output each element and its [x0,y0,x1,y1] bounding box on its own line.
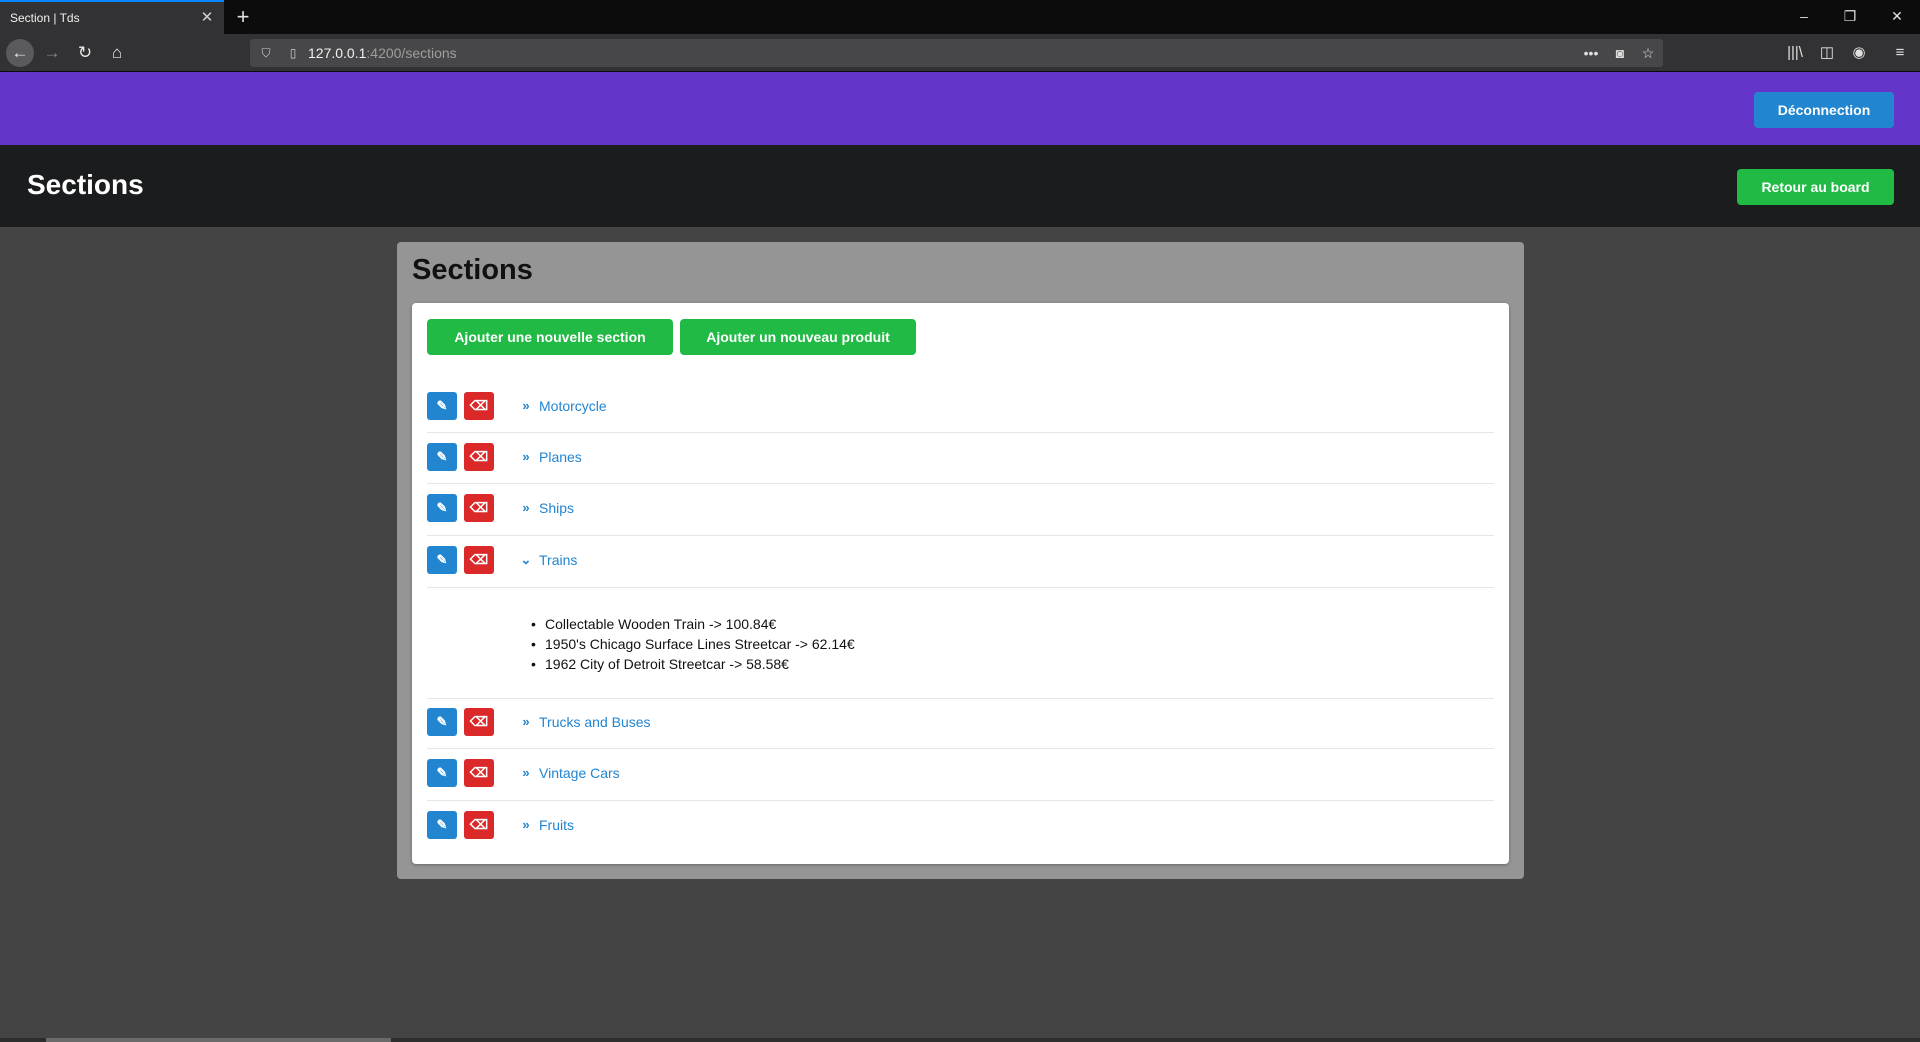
page: Déconnection Sections Retour au board Se… [0,72,1920,1042]
section-row-fruits: ✎ ⌫ » Fruits [427,811,1494,847]
url-host: 127.0.0.1 [308,45,367,61]
chevron-double-right-icon[interactable]: » [519,816,533,834]
list-item: • 1962 City of Detroit Streetcar -> 58.5… [531,654,855,674]
new-tab-icon[interactable]: + [230,4,256,30]
eraser-delete-icon[interactable]: ⌫ [464,546,494,574]
taskbar-edge [0,1038,1920,1042]
eraser-delete-icon[interactable]: ⌫ [464,443,494,471]
chevron-double-right-icon[interactable]: » [519,397,533,415]
logout-button[interactable]: Déconnection [1754,92,1894,128]
url-text[interactable]: 127.0.0.1:4200/sections [308,45,457,61]
section-name[interactable]: Planes [539,449,582,465]
back-to-board-button[interactable]: Retour au board [1737,169,1894,205]
bullet: • [531,636,536,652]
bullet: • [531,616,536,632]
window-close-icon[interactable]: ✕ [1874,0,1920,34]
chevron-double-right-icon[interactable]: » [519,764,533,782]
eraser-delete-icon[interactable]: ⌫ [464,759,494,787]
edit-icon[interactable]: ✎ [427,392,457,420]
section-row-vintage-cars: ✎ ⌫ » Vintage Cars [427,759,1494,801]
section-name[interactable]: Ships [539,500,574,516]
row-divider [427,698,1494,699]
eraser-delete-icon[interactable]: ⌫ [464,392,494,420]
product-text: 1962 City of Detroit Streetcar -> 58.58€ [545,656,789,672]
section-row-planes: ✎ ⌫ » Planes [427,443,1494,484]
section-row-ships: ✎ ⌫ » Ships [427,494,1494,536]
row-divider [427,800,1494,801]
add-section-button[interactable]: Ajouter une nouvelle section [427,319,673,355]
menu-icon[interactable]: ≡ [1888,42,1912,64]
bookmark-star-icon[interactable]: ☆ [1637,43,1659,63]
list-item: • Collectable Wooden Train -> 100.84€ [531,614,855,634]
library-icon[interactable]: |||\ [1783,42,1807,64]
panel-title: Sections [412,254,533,286]
sections-card: Ajouter une nouvelle section Ajouter un … [412,303,1509,864]
eraser-delete-icon[interactable]: ⌫ [464,494,494,522]
edit-icon[interactable]: ✎ [427,494,457,522]
account-icon[interactable]: ◉ [1847,42,1871,64]
product-text: Collectable Wooden Train -> 100.84€ [545,616,777,632]
back-icon[interactable]: ← [6,39,34,67]
edit-icon[interactable]: ✎ [427,708,457,736]
tab-title: Section | Tds [10,11,80,25]
row-divider [427,432,1494,433]
chevron-double-right-icon[interactable]: » [519,499,533,517]
tracking-shield-icon[interactable]: ⛉ [258,44,274,62]
minimize-icon[interactable]: – [1781,0,1827,34]
sections-panel: Sections Ajouter une nouvelle section Aj… [397,242,1524,879]
page-title: Sections [27,169,144,200]
section-name[interactable]: Fruits [539,817,574,833]
forward-icon[interactable]: → [38,39,66,67]
tab-close-icon[interactable]: ✕ [198,9,216,27]
product-list: • Collectable Wooden Train -> 100.84€ • … [531,614,855,674]
chevron-double-down-icon[interactable]: ⌄ [519,551,533,569]
chevron-double-right-icon[interactable]: » [519,448,533,466]
row-divider [427,535,1494,536]
section-name[interactable]: Vintage Cars [539,765,620,781]
taskbar-accent [46,1038,391,1042]
edit-icon[interactable]: ✎ [427,759,457,787]
sidebar-icon[interactable]: ◫ [1815,42,1839,64]
page-info-icon[interactable]: ▯ [286,44,300,62]
more-actions-icon[interactable]: ••• [1580,43,1602,63]
page-header: Sections [0,145,1920,227]
reload-icon[interactable]: ↻ [71,39,99,67]
section-row-trains: ✎ ⌫ ⌄ Trains [427,546,1494,588]
url-path: :4200/sections [366,45,457,61]
edit-icon[interactable]: ✎ [427,811,457,839]
edit-icon[interactable]: ✎ [427,546,457,574]
home-icon[interactable]: ⌂ [103,39,131,67]
chevron-double-right-icon[interactable]: » [519,713,533,731]
eraser-delete-icon[interactable]: ⌫ [464,811,494,839]
section-name[interactable]: Trucks and Buses [539,714,651,730]
browser-nav-bar: ← → ↻ ⌂ ⛉ ▯ 127.0.0.1:4200/sections ••• … [0,34,1920,72]
section-row-trucks-and-buses: ✎ ⌫ » Trucks and Buses [427,708,1494,749]
section-row-motorcycle: ✎ ⌫ » Motorcycle [427,392,1494,433]
section-name[interactable]: Trains [539,552,577,568]
top-menu-bar [0,72,1920,145]
row-divider [427,748,1494,749]
restore-icon[interactable]: ❐ [1827,0,1873,34]
eraser-delete-icon[interactable]: ⌫ [464,708,494,736]
add-product-button[interactable]: Ajouter un nouveau produit [680,319,916,355]
pocket-icon[interactable]: ◙ [1609,43,1631,63]
list-item: • 1950's Chicago Surface Lines Streetcar… [531,634,855,654]
trains-product-list: • Collectable Wooden Train -> 100.84€ • … [427,588,1494,699]
edit-icon[interactable]: ✎ [427,443,457,471]
product-text: 1950's Chicago Surface Lines Streetcar -… [545,636,855,652]
browser-tab-bar: Section | Tds ✕ + – ❐ ✕ [0,0,1920,34]
bullet: • [531,656,536,672]
row-divider [427,483,1494,484]
url-bar[interactable]: ⛉ ▯ 127.0.0.1:4200/sections ••• ◙ ☆ [250,39,1663,67]
section-name[interactable]: Motorcycle [539,398,607,414]
browser-tab-active[interactable]: Section | Tds ✕ [0,0,224,34]
